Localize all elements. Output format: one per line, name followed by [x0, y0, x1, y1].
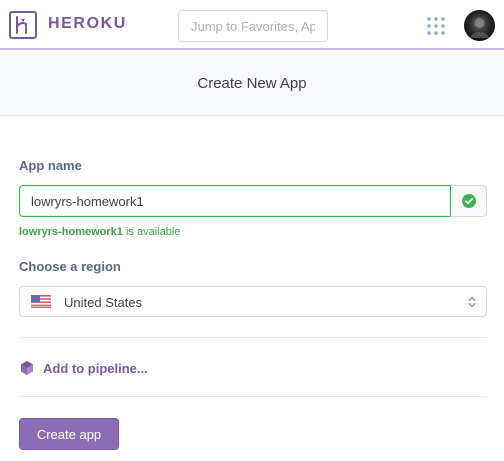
- region-label: Choose a region: [19, 259, 121, 274]
- select-arrows-icon: [468, 296, 476, 308]
- us-flag-icon: [31, 295, 51, 308]
- divider: [19, 337, 487, 338]
- availability-suffix: is available: [122, 226, 181, 238]
- check-circle-icon: [461, 194, 476, 208]
- grid-dots-icon[interactable]: [426, 16, 446, 36]
- brand-name[interactable]: HEROKU: [48, 15, 127, 33]
- user-avatar[interactable]: [464, 10, 495, 41]
- app-name-group: [19, 185, 487, 217]
- heroku-logo-icon[interactable]: [9, 11, 37, 39]
- add-to-pipeline-link[interactable]: Add to pipeline...: [19, 359, 148, 377]
- top-nav: HEROKU: [0, 0, 504, 50]
- pipeline-label: Add to pipeline...: [43, 360, 148, 376]
- divider: [19, 396, 487, 397]
- pipeline-hexagon-icon: [21, 361, 33, 375]
- app-name-label: App name: [19, 158, 82, 173]
- availability-message: lowryrs-homework1 is available: [19, 226, 180, 238]
- available-app-name: lowryrs-homework1: [19, 226, 123, 238]
- name-status-addon: [450, 185, 487, 217]
- region-select[interactable]: United States: [19, 286, 487, 317]
- page-title: Create New App: [197, 75, 307, 92]
- page-header: Create New App: [0, 52, 504, 116]
- region-value: United States: [64, 295, 143, 310]
- search-input[interactable]: [178, 10, 328, 42]
- app-name-input[interactable]: [19, 185, 451, 217]
- create-app-button[interactable]: Create app: [19, 418, 119, 450]
